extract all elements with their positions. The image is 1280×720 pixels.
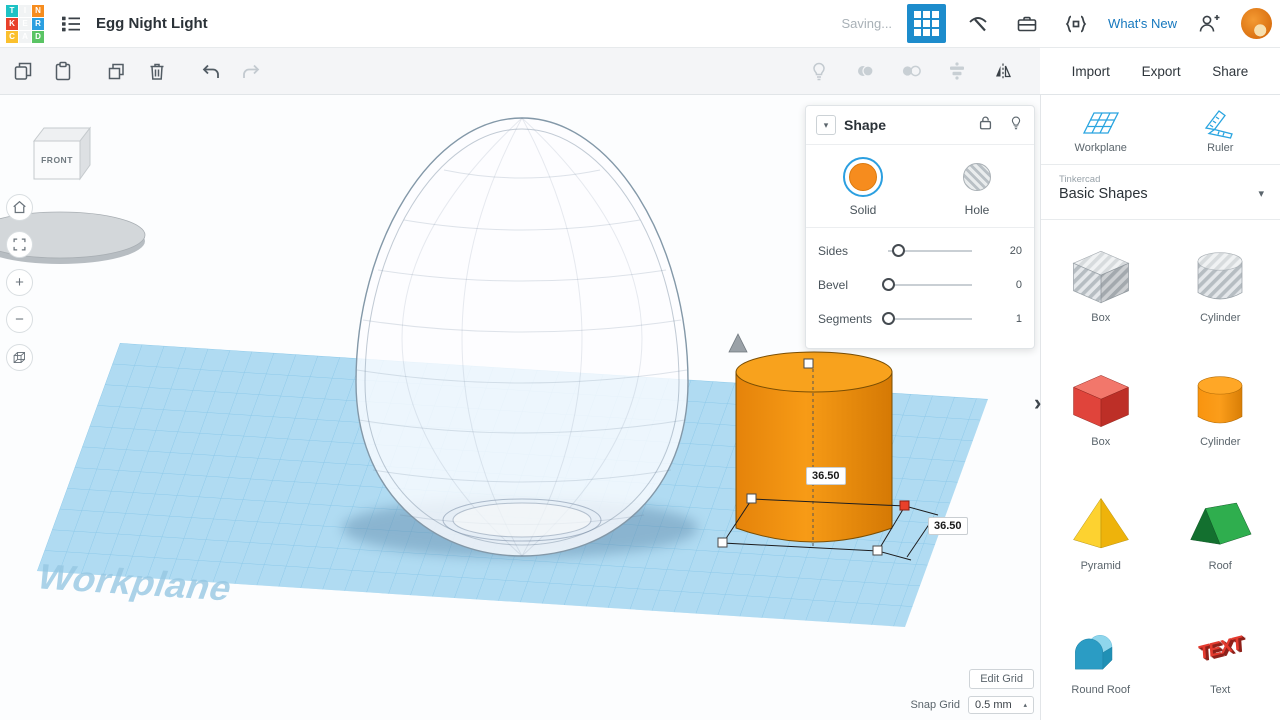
sidebar-collapse-button[interactable]: › <box>1034 392 1041 414</box>
group-button[interactable] <box>852 58 878 84</box>
document-title: Egg Night Light <box>96 15 208 32</box>
grid-icon <box>914 11 939 36</box>
chevron-down-icon: ▾ <box>1258 187 1264 200</box>
scale-handle-left[interactable] <box>718 538 727 547</box>
ruler-tool[interactable]: Ruler <box>1161 107 1280 164</box>
tinkercad-logo[interactable]: T I N K E R C A D <box>6 5 44 43</box>
panel-collapse-button[interactable]: ▾ <box>816 115 836 135</box>
sides-slider-row: Sides 20 <box>818 234 1022 268</box>
solid-swatch <box>849 163 877 191</box>
shape-roof[interactable]: Roof <box>1187 492 1253 572</box>
home-view-button[interactable] <box>6 194 33 221</box>
dimension-value-depth[interactable]: 36.50 <box>928 517 968 535</box>
panel-title: Shape <box>844 117 886 133</box>
shape-cylinder-hole[interactable]: Cylinder <box>1187 244 1253 324</box>
delete-button[interactable] <box>144 58 170 84</box>
import-button[interactable]: Import <box>1072 64 1110 79</box>
shape-text[interactable]: TEXT Text <box>1187 616 1253 696</box>
copy-button[interactable] <box>10 58 36 84</box>
undo-button[interactable] <box>198 58 224 84</box>
shapes-sidebar: Workplane Ruler Tinkercad Basic Shapes ▾ <box>1040 95 1280 720</box>
sides-slider-knob[interactable] <box>892 244 905 257</box>
scale-handle-front[interactable] <box>873 546 882 555</box>
view-cube[interactable]: FRONT <box>20 115 100 187</box>
egg-shape[interactable] <box>356 118 688 556</box>
saving-status: Saving... <box>841 16 892 31</box>
egg-bottom-rim-inner <box>453 503 591 537</box>
show-all-lightbulb-icon[interactable] <box>806 58 832 84</box>
bevel-slider-knob[interactable] <box>882 278 895 291</box>
segments-slider-row: Segments 1 <box>818 302 1022 336</box>
zoom-in-button[interactable]: + <box>6 269 33 296</box>
shape-category-dropdown[interactable]: Tinkercad Basic Shapes ▾ <box>1041 165 1280 219</box>
shape-library-grid: Box Cylinder Box <box>1041 220 1280 696</box>
segments-slider-knob[interactable] <box>882 312 895 325</box>
bevel-slider-row: Bevel 0 <box>818 268 1022 302</box>
invite-person-icon[interactable] <box>1192 7 1226 41</box>
sides-slider[interactable] <box>888 250 972 252</box>
view-cube-front-face[interactable]: FRONT <box>34 155 80 165</box>
ruler-icon <box>1199 107 1241 139</box>
3d-viewport[interactable]: Workplane 36.50 36.50 FRONT + − <box>0 95 1040 720</box>
fit-view-button[interactable] <box>6 231 33 258</box>
scale-handle-top[interactable] <box>804 359 813 368</box>
lock-icon[interactable] <box>977 114 994 136</box>
workplane-grid-icon <box>1080 107 1122 139</box>
dashboard-grid-button[interactable] <box>907 4 946 43</box>
scale-handle-back-left[interactable] <box>747 494 756 503</box>
shape-box-hole[interactable]: Box <box>1068 244 1134 324</box>
solid-option[interactable]: Solid <box>806 157 920 217</box>
grid-controls: Edit Grid Snap Grid 0.5 mm ▴ <box>910 669 1034 714</box>
segments-slider[interactable] <box>888 318 972 320</box>
visibility-lightbulb-icon[interactable] <box>1008 114 1024 136</box>
shape-round-roof[interactable]: Round Roof <box>1068 616 1134 696</box>
briefcase-icon[interactable] <box>1010 7 1044 41</box>
whats-new-link[interactable]: What's New <box>1108 16 1177 31</box>
shape-pyramid[interactable]: Pyramid <box>1068 492 1134 572</box>
export-button[interactable]: Export <box>1142 64 1181 79</box>
align-button[interactable] <box>944 58 970 84</box>
bevel-slider[interactable] <box>888 284 972 286</box>
dropdown-caret-icon: ▴ <box>1023 701 1027 709</box>
file-actions: Import Export Share <box>1040 48 1280 95</box>
edit-grid-button[interactable]: Edit Grid <box>969 669 1034 689</box>
paste-button[interactable] <box>50 58 76 84</box>
scale-handle-active[interactable] <box>900 501 909 510</box>
shape-inspector-panel: ▾ Shape <box>805 105 1035 349</box>
snap-grid-dropdown[interactable]: 0.5 mm ▴ <box>968 696 1034 714</box>
shape-box-solid[interactable]: Box <box>1068 368 1134 448</box>
zoom-out-button[interactable]: − <box>6 306 33 333</box>
app-header: T I N K E R C A D Egg Night Light Saving… <box>0 0 1280 48</box>
perspective-toggle-button[interactable] <box>6 344 33 371</box>
user-avatar[interactable] <box>1241 8 1272 39</box>
share-button[interactable]: Share <box>1212 64 1248 79</box>
snap-grid-label: Snap Grid <box>910 699 960 711</box>
sim-lab-pickaxe-icon[interactable] <box>961 7 995 41</box>
codeblocks-icon[interactable] <box>1059 7 1093 41</box>
text-shape-glyph: TEXT <box>1198 632 1243 665</box>
edit-toolbar <box>0 48 1040 95</box>
shape-cylinder-solid[interactable]: Cylinder <box>1187 368 1253 448</box>
tinkercad-app: T I N K E R C A D Egg Night Light Saving… <box>0 0 1280 720</box>
ungroup-button[interactable] <box>898 58 924 84</box>
duplicate-button[interactable] <box>104 58 130 84</box>
design-menu-icon[interactable] <box>56 9 86 39</box>
hole-swatch <box>963 163 991 191</box>
workplane-tool[interactable]: Workplane <box>1041 107 1161 164</box>
mirror-button[interactable] <box>990 58 1016 84</box>
dimension-value-width[interactable]: 36.50 <box>806 467 846 485</box>
hole-option[interactable]: Hole <box>920 157 1034 217</box>
redo-button[interactable] <box>238 58 264 84</box>
cylinder-raise-cone-handle[interactable] <box>729 334 747 352</box>
